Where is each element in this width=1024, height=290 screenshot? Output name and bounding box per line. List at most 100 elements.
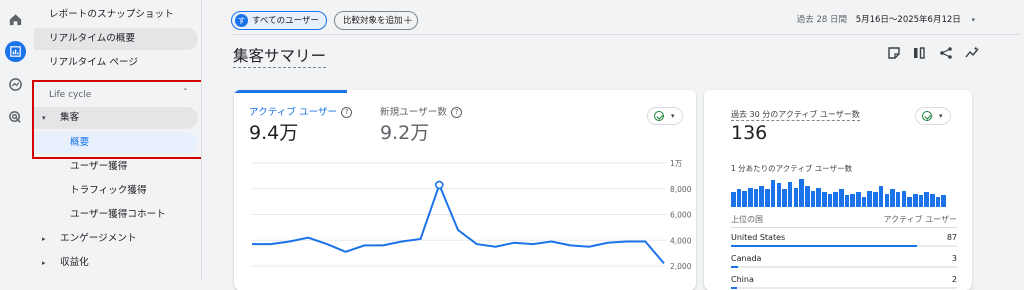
share-track	[731, 266, 957, 268]
per-minute-label: 1 分あたりのアクティブ ユーザー数	[731, 163, 852, 174]
customize-report-icon[interactable]	[887, 45, 901, 59]
minute-bar[interactable]	[862, 197, 867, 207]
minute-bar[interactable]	[759, 186, 764, 207]
minute-bar[interactable]	[845, 195, 850, 207]
minute-bar[interactable]	[867, 191, 872, 207]
table-header: 上位の国 アクティブ ユーザー	[731, 214, 957, 225]
minute-bar[interactable]	[782, 189, 787, 207]
plus-icon: ＋	[403, 12, 413, 31]
status-dropdown-button[interactable]: ▾	[647, 107, 683, 125]
realtime-title: 過去 30 分のアクティブ ユーザー数	[731, 109, 860, 121]
sidebar-item-acquisition-cohort[interactable]: ユーザー獲得コホート	[34, 204, 198, 226]
data-point[interactable]	[436, 181, 443, 188]
tab-active-users[interactable]: アクティブ ユーザー?	[249, 104, 352, 118]
section-header-lifecycle[interactable]: Life cycle ˆ	[34, 84, 198, 106]
date-range-picker[interactable]: 過去 28 日間 5月16日～2025年6月12日 ▾	[797, 13, 975, 25]
acquisition-overview-card: アクティブ ユーザー? 9.4万 新規ユーザー数? 9.2万 ▾ 1万8,000…	[234, 90, 696, 290]
minute-bar[interactable]	[856, 192, 861, 207]
minute-bar[interactable]	[771, 180, 776, 207]
per-minute-bar-chart	[731, 177, 947, 207]
y-tick-label: 4,000	[670, 236, 692, 245]
country-name: Canada	[731, 254, 761, 263]
sidebar-item-traffic-acquisition[interactable]: トラフィック獲得	[34, 180, 198, 202]
realtime-card: 過去 30 分のアクティブ ユーザー数 136 ▾ 1 分あたりのアクティブ ユ…	[704, 90, 972, 290]
minute-bar[interactable]	[816, 188, 821, 207]
help-icon[interactable]: ?	[451, 107, 462, 118]
status-dropdown-button[interactable]: ▾	[915, 107, 951, 125]
active-users-value: 9.4万	[249, 118, 298, 145]
sidebar-item-snapshot[interactable]: レポートのスナップショット	[34, 4, 198, 26]
sidebar-item-label: ユーザー獲得コホート	[70, 209, 166, 220]
sidebar-item-engagement[interactable]: ▸ エンゲージメント	[34, 228, 198, 250]
sidebar-item-realtime-overview[interactable]: リアルタイムの概要	[34, 28, 198, 50]
sidebar-item-label: 収益化	[49, 257, 89, 268]
minute-bar[interactable]	[930, 194, 935, 207]
minute-bar[interactable]	[941, 195, 946, 207]
minute-bar[interactable]	[777, 183, 782, 207]
reports-icon[interactable]	[5, 41, 26, 62]
minute-bar[interactable]	[907, 197, 912, 207]
minute-bar[interactable]	[811, 191, 816, 207]
compare-icon[interactable]	[912, 45, 926, 59]
minute-bar[interactable]	[885, 194, 890, 207]
table-divider	[731, 227, 957, 228]
realtime-value: 136	[731, 122, 767, 144]
sidebar-item-overview[interactable]: 概要	[34, 132, 198, 154]
table-row[interactable]: China2	[731, 273, 957, 290]
explore-icon[interactable]	[5, 74, 26, 95]
home-icon[interactable]	[5, 9, 26, 30]
minute-bar[interactable]	[742, 191, 747, 207]
share-bar	[731, 266, 738, 268]
minute-bar[interactable]	[794, 188, 799, 207]
minute-bar[interactable]	[805, 186, 810, 207]
header-divider	[233, 34, 1020, 35]
minute-bar[interactable]	[890, 189, 895, 207]
minute-bar[interactable]	[913, 194, 918, 207]
tab-new-users[interactable]: 新規ユーザー数?	[380, 104, 462, 118]
sidebar-item-acquisition[interactable]: ▾ 集客	[34, 107, 198, 129]
minute-bar[interactable]	[754, 189, 759, 207]
minute-bar[interactable]	[799, 179, 804, 207]
share-icon[interactable]	[939, 45, 953, 59]
caret-down-icon: ▾	[42, 107, 46, 129]
minute-bar[interactable]	[833, 192, 838, 207]
minute-bar[interactable]	[873, 192, 878, 207]
minute-bar[interactable]	[788, 182, 793, 207]
new-users-value: 9.2万	[380, 118, 429, 145]
add-comparison-label: 比較対象を追加	[343, 12, 403, 31]
minute-bar[interactable]	[902, 191, 907, 207]
table-row[interactable]: Canada 3	[731, 252, 957, 273]
active-tab-indicator	[234, 90, 347, 93]
segment-chip[interactable]: す すべてのユーザー	[231, 11, 327, 30]
sidebar-item-user-acquisition[interactable]: ユーザー獲得	[34, 156, 198, 178]
insights-icon[interactable]	[965, 45, 979, 59]
country-value: 2	[952, 275, 957, 284]
advertising-icon[interactable]	[5, 107, 26, 128]
chevron-up-icon[interactable]: ˆ	[183, 83, 188, 105]
minute-bar[interactable]	[822, 192, 827, 207]
minute-bar[interactable]	[839, 189, 844, 207]
minute-bar[interactable]	[879, 186, 884, 207]
metric-label: 新規ユーザー数	[380, 107, 447, 118]
minute-bar[interactable]	[828, 194, 833, 207]
minute-bar[interactable]	[919, 195, 924, 207]
sidebar-item-realtime-pages[interactable]: リアルタイム ページ	[34, 52, 198, 74]
series-line	[252, 185, 664, 264]
share-bar	[731, 287, 737, 289]
help-icon[interactable]: ?	[341, 107, 352, 118]
add-comparison-button[interactable]: 比較対象を追加 ＋	[334, 11, 418, 30]
minute-bar[interactable]	[936, 197, 941, 207]
minute-bar[interactable]	[765, 189, 770, 207]
table-row[interactable]: United States87	[731, 231, 957, 252]
active-users-line-chart: 1万8,0006,0004,0002,000	[234, 152, 696, 290]
minute-bar[interactable]	[737, 189, 742, 207]
minute-bar[interactable]	[731, 192, 736, 207]
minute-bar[interactable]	[896, 192, 901, 207]
country-value: 3	[952, 254, 957, 263]
share-track	[731, 287, 957, 289]
minute-bar[interactable]	[924, 192, 929, 207]
sidebar-item-monetization[interactable]: ▸ 収益化	[34, 252, 198, 274]
sidebar-item-label: レポートのスナップショット	[49, 9, 174, 20]
minute-bar[interactable]	[748, 188, 753, 207]
minute-bar[interactable]	[850, 194, 855, 207]
